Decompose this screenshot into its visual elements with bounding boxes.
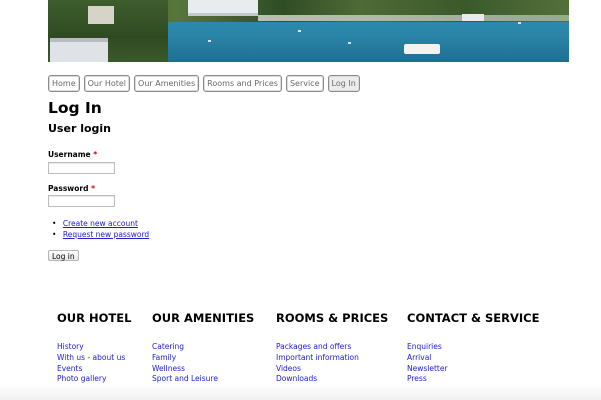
footer-column-rooms-and-prices: ROOMS & PRICES Packages and offers Impor… bbox=[276, 311, 388, 385]
footer-heading: OUR HOTEL bbox=[57, 311, 132, 325]
nav-tab-our-amenities[interactable]: Our Amenities bbox=[134, 75, 200, 92]
account-links: Create new account Request new password bbox=[52, 218, 149, 240]
photo-hotel-building bbox=[188, 0, 258, 16]
password-label: Password * bbox=[48, 184, 95, 194]
request-password-link[interactable]: Request new password bbox=[63, 230, 149, 239]
footer-link-packages-and-offers[interactable]: Packages and offers bbox=[276, 342, 388, 353]
photo-beach bbox=[258, 15, 569, 21]
page-title: Log In bbox=[48, 99, 102, 117]
main-nav: Home Our Hotel Our Amenities Rooms and P… bbox=[48, 75, 360, 92]
photo-small-boat bbox=[462, 14, 484, 21]
footer-column-our-amenities: OUR AMENITIES Catering Family Wellness S… bbox=[152, 311, 254, 385]
footer-heading: OUR AMENITIES bbox=[152, 311, 255, 325]
password-label-text: Password bbox=[48, 184, 89, 193]
photo-sailboat bbox=[348, 42, 351, 44]
photo-lakeside-building bbox=[50, 38, 108, 62]
footer-column-our-hotel: OUR HOTEL History With us - about us Eve… bbox=[57, 311, 131, 385]
photo-boat bbox=[404, 44, 440, 54]
footer-link-videos[interactable]: Videos bbox=[276, 364, 388, 375]
footer-link-history[interactable]: History bbox=[57, 342, 131, 353]
nav-tab-home[interactable]: Home bbox=[48, 75, 80, 92]
nav-tab-our-hotel[interactable]: Our Hotel bbox=[83, 75, 131, 92]
footer-link-arrival[interactable]: Arrival bbox=[407, 353, 539, 364]
footer-link-catering[interactable]: Catering bbox=[152, 342, 254, 353]
footer-link-enquiries[interactable]: Enquiries bbox=[407, 342, 539, 353]
create-account-link[interactable]: Create new account bbox=[63, 219, 138, 228]
photo-sailboat bbox=[518, 22, 521, 24]
footer-link-about-us[interactable]: With us - about us bbox=[57, 353, 131, 364]
footer-link-family[interactable]: Family bbox=[152, 353, 254, 364]
page: Home Our Hotel Our Amenities Rooms and P… bbox=[0, 0, 601, 400]
nav-tab-log-in[interactable]: Log In bbox=[327, 75, 360, 92]
footer-column-contact-and-service: CONTACT & SERVICE Enquiries Arrival News… bbox=[407, 311, 539, 385]
list-item: Create new account bbox=[52, 218, 149, 229]
header-lake-photo bbox=[48, 0, 569, 62]
page-bottom-edge bbox=[0, 384, 601, 400]
list-item: Request new password bbox=[52, 229, 149, 240]
footer-link-important-information[interactable]: Important information bbox=[276, 353, 388, 364]
photo-villa bbox=[88, 6, 114, 24]
footer-link-newsletter[interactable]: Newsletter bbox=[407, 364, 539, 375]
log-in-button[interactable]: Log in bbox=[48, 250, 79, 261]
photo-sailboat bbox=[208, 40, 211, 42]
required-marker: * bbox=[93, 150, 98, 159]
username-label: Username * bbox=[48, 150, 97, 160]
footer-heading: CONTACT & SERVICE bbox=[407, 311, 540, 325]
photo-sailboat bbox=[298, 30, 301, 32]
required-marker: * bbox=[91, 184, 95, 193]
username-input[interactable] bbox=[48, 162, 115, 174]
password-input[interactable] bbox=[48, 195, 115, 207]
footer-link-wellness[interactable]: Wellness bbox=[152, 364, 254, 375]
user-login-heading: User login bbox=[48, 122, 111, 135]
footer-heading: ROOMS & PRICES bbox=[276, 311, 389, 325]
nav-tab-service[interactable]: Service bbox=[285, 75, 324, 92]
nav-tab-rooms-and-prices[interactable]: Rooms and Prices bbox=[203, 75, 282, 92]
username-label-text: Username bbox=[48, 150, 91, 159]
footer-link-events[interactable]: Events bbox=[57, 364, 131, 375]
